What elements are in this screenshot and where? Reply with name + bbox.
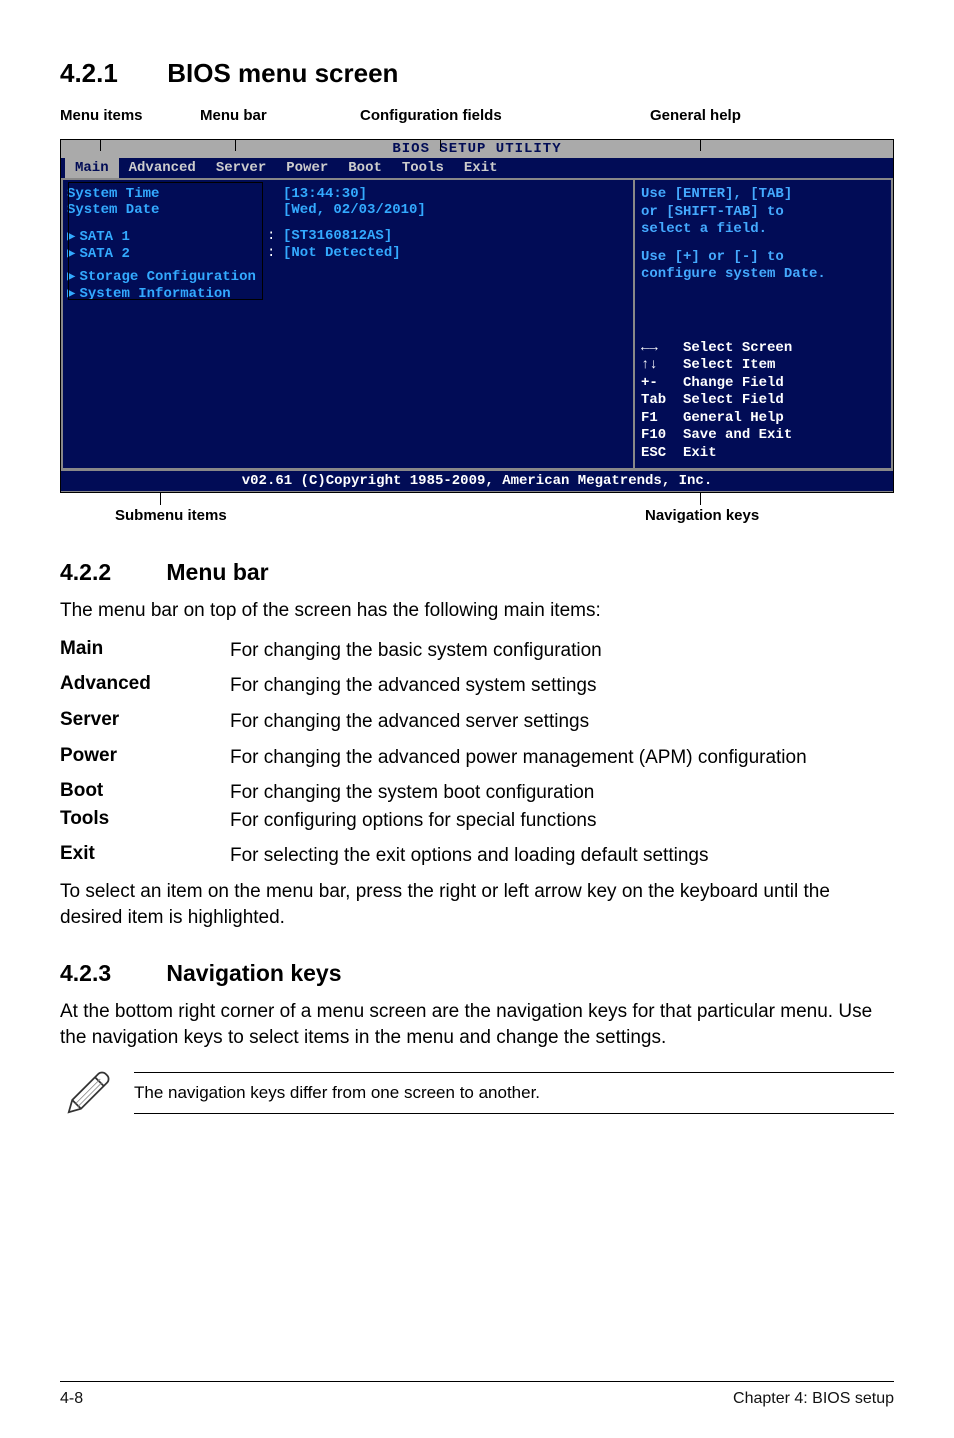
table-row: Advanced For changing the advanced syste… [60,673,894,699]
heading-422-num: 4.2.2 [60,559,160,586]
table-row: Server For changing the advanced server … [60,709,894,735]
bios-screen: BIOS SETUP UTILITY Main Advanced Server … [60,139,894,493]
note-block: The navigation keys differ from one scre… [60,1065,894,1121]
term-server: Server [60,709,230,735]
table-row: Power For changing the advanced power ma… [60,745,894,771]
bios-help-pane: Use [ENTER], [TAB] or [SHIFT-TAB] to sel… [633,178,893,470]
bios-menu-advanced[interactable]: Advanced [119,158,206,178]
heading-421: 4.2.1 BIOS menu screen [60,58,894,89]
callout-row-top: Menu items Menu bar Configuration fields… [60,107,894,139]
heading-423-num: 4.2.3 [60,960,160,987]
def-power: For changing the advanced power manageme… [230,745,894,771]
heading-423-title: Navigation keys [166,960,341,986]
heading-423: 4.2.3 Navigation keys [60,960,894,987]
def-tools: For configuring options for special func… [230,808,894,834]
s422-outro: To select an item on the menu bar, press… [60,879,894,930]
field-sata2-label[interactable]: ▶SATA 2 [67,245,267,262]
callout-row-bottom: Submenu items Navigation keys [60,493,894,529]
callout-config-fields: Configuration fields [360,107,502,124]
submenu-storage[interactable]: ▶Storage Configuration [67,268,629,285]
table-row: Exit For selecting the exit options and … [60,843,894,869]
pencil-icon [60,1065,116,1121]
field-system-time-value[interactable]: [13:44:30] [283,186,367,202]
field-system-date-label[interactable]: System Date [67,202,267,218]
page-footer: 4-8 Chapter 4: BIOS setup [60,1381,894,1408]
term-advanced: Advanced [60,673,230,699]
submenu-sysinfo[interactable]: ▶System Information [67,285,629,302]
bios-menu-boot[interactable]: Boot [338,158,392,178]
bios-footer: v02.61 (C)Copyright 1985-2009, American … [61,470,893,492]
field-sata1-value[interactable]: [ST3160812AS] [283,228,392,245]
term-tools: Tools [60,808,230,834]
term-power: Power [60,745,230,771]
page-chapter: Chapter 4: BIOS setup [733,1390,894,1408]
bios-title: BIOS SETUP UTILITY [61,140,893,158]
s423-body: At the bottom right corner of a menu scr… [60,999,894,1050]
menu-bar-description-table: Main For changing the basic system confi… [60,638,894,869]
callout-nav-keys: Navigation keys [645,507,759,524]
callout-general-help: General help [650,107,741,124]
def-server: For changing the advanced server setting… [230,709,894,735]
field-sata2-value[interactable]: [Not Detected] [283,245,401,262]
bios-menu-main[interactable]: Main [65,158,119,178]
term-boot: Boot [60,780,230,806]
def-main: For changing the basic system configurat… [230,638,894,664]
callout-menu-bar: Menu bar [200,107,267,124]
field-system-date-value[interactable]: [Wed, 02/03/2010] [283,202,426,218]
field-system-time-label[interactable]: System Time [67,186,267,202]
bios-menu-tools[interactable]: Tools [392,158,454,178]
def-advanced: For changing the advanced system setting… [230,673,894,699]
bios-navkeys: ←→ Select Screen ↑↓ Select Item +- Chang… [641,340,885,463]
bios-menu-server[interactable]: Server [206,158,276,178]
bios-menu-exit[interactable]: Exit [454,158,508,178]
heading-422-title: Menu bar [166,559,268,585]
table-row: Tools For configuring options for specia… [60,808,894,834]
callout-menu-items: Menu items [60,107,143,124]
bios-menu-power[interactable]: Power [276,158,338,178]
note-text: The navigation keys differ from one scre… [134,1072,894,1114]
def-exit: For selecting the exit options and loadi… [230,843,894,869]
field-sata1-label[interactable]: ▶SATA 1 [67,228,267,245]
heading-421-num: 4.2.1 [60,58,160,89]
callout-submenu-items: Submenu items [115,507,227,524]
table-row: Main For changing the basic system confi… [60,638,894,664]
term-main: Main [60,638,230,664]
s422-intro: The menu bar on top of the screen has th… [60,598,894,624]
term-exit: Exit [60,843,230,869]
bios-left-pane: System Time [13:44:30] System Date [Wed,… [61,178,633,470]
heading-422: 4.2.2 Menu bar [60,559,894,586]
page-number: 4-8 [60,1390,83,1408]
bios-help-text: Use [ENTER], [TAB] or [SHIFT-TAB] to sel… [641,186,885,284]
def-boot: For changing the system boot configurati… [230,780,894,806]
bios-menubar: Main Advanced Server Power Boot Tools Ex… [61,158,893,178]
heading-421-title: BIOS menu screen [167,58,398,88]
table-row: Boot For changing the system boot config… [60,780,894,806]
